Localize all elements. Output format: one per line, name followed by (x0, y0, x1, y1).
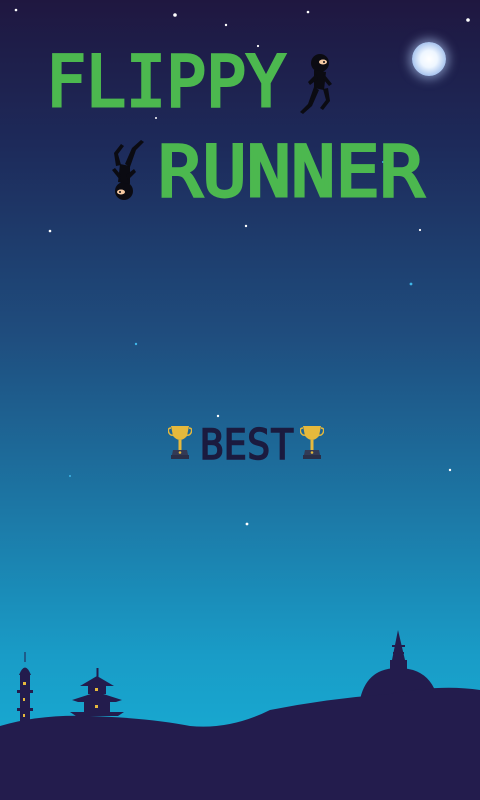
star (216, 414, 220, 418)
star (306, 10, 310, 14)
moon-icon (412, 42, 446, 76)
star (173, 13, 177, 17)
tower-left (17, 652, 33, 723)
ninja-flipped-icon (112, 140, 144, 200)
star (418, 228, 422, 232)
star (48, 229, 52, 233)
game-screen[interactable]: FLIPPY RUNNER BEST (0, 0, 480, 800)
pagoda (70, 668, 124, 716)
star-faint (69, 475, 71, 477)
star (256, 44, 260, 48)
title-line1-text: FLIPPY (46, 50, 286, 120)
skyline-silhouette (0, 630, 480, 800)
star-faint (134, 342, 138, 346)
title-line2-text: RUNNER (158, 136, 425, 206)
star (224, 23, 228, 27)
star (245, 522, 249, 526)
star (244, 224, 248, 228)
star (466, 18, 470, 22)
title-line2: RUNNER (158, 136, 426, 206)
trophy-icon (300, 426, 324, 459)
ninja-icon (300, 54, 332, 114)
star (14, 8, 18, 12)
star-faint (409, 282, 413, 286)
ground-hills (0, 687, 480, 800)
title-line1: FLIPPY (46, 50, 288, 120)
best-score-row: BEST (168, 424, 328, 464)
best-label-text: BEST (200, 426, 294, 462)
best-label: BEST (200, 426, 295, 462)
trophy-icon (168, 426, 192, 459)
star (448, 468, 452, 472)
